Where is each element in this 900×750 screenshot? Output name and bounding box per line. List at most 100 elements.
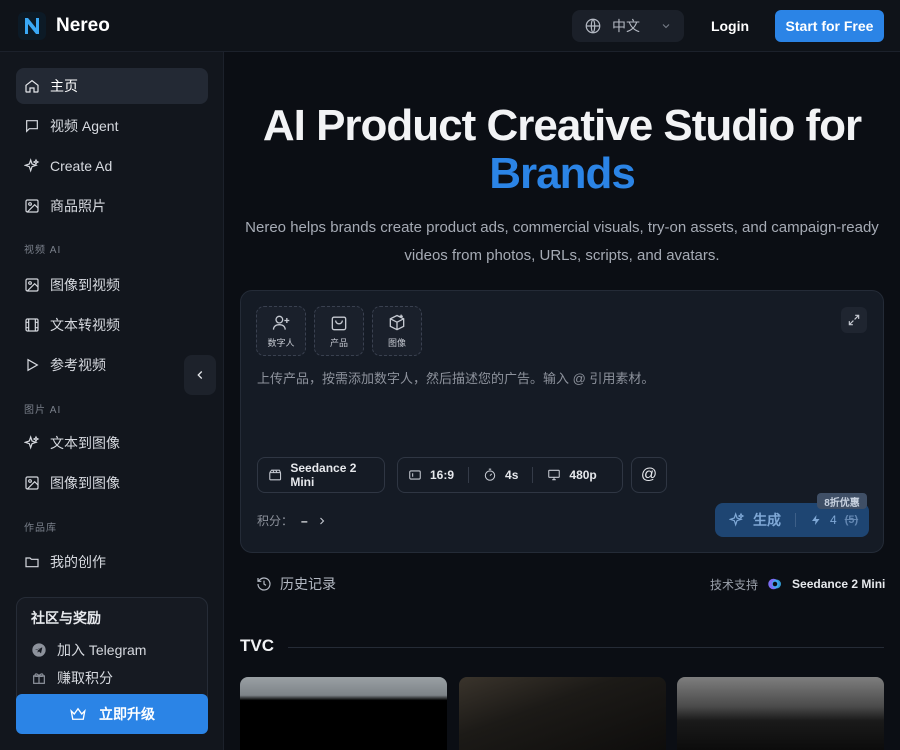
- chevron-left-icon: [197, 371, 203, 379]
- add-image-button[interactable]: 图像: [372, 306, 422, 356]
- credits-value: –: [301, 513, 308, 528]
- sidebar-item-label: 商品照片: [50, 198, 106, 214]
- sidebar-item-home[interactable]: 主页: [16, 68, 208, 104]
- sidebar-item-image-to-video[interactable]: 图像到视频: [16, 267, 208, 303]
- collapse-sidebar-button[interactable]: [184, 355, 216, 395]
- sparkle-icon: [24, 435, 40, 450]
- community-title: 社区与奖励: [31, 610, 101, 626]
- expand-button[interactable]: [841, 307, 867, 333]
- sidebar-item-image-to-image[interactable]: 图像到图像: [16, 465, 208, 501]
- join-telegram-link[interactable]: 加入 Telegram: [31, 636, 193, 664]
- tvc-thumbnail[interactable]: [240, 677, 447, 750]
- globe-icon: [585, 18, 601, 34]
- image-icon: [25, 476, 39, 490]
- sidebar-item-reference-video[interactable]: 参考视频: [16, 347, 176, 383]
- sidebar-item-label: Create Ad: [50, 158, 113, 174]
- sidebar-item-create-ad[interactable]: Create Ad: [16, 148, 208, 184]
- bag-icon: [331, 316, 347, 331]
- avatar-add-icon: [272, 315, 290, 330]
- logo-icon: [18, 12, 46, 40]
- history-icon: [257, 577, 271, 591]
- chevron-right-icon: [319, 517, 324, 524]
- sparkle-icon: [729, 512, 745, 527]
- credits-label: 积分：: [257, 514, 294, 528]
- community-item-label: 加入 Telegram: [57, 642, 147, 658]
- section-library: 作品库: [24, 523, 57, 534]
- powered-by-model: Seedance 2 Mini: [792, 577, 886, 591]
- chat-icon: [26, 120, 38, 133]
- powered-by: 技术支持 Seedance 2 Mini: [710, 575, 885, 593]
- powered-by-label: 技术支持: [710, 577, 759, 592]
- image-icon: [25, 278, 39, 292]
- video-settings[interactable]: 16:9 4s 480p: [397, 457, 623, 493]
- add-product-button[interactable]: 产品: [314, 306, 364, 356]
- ratio-label: 16:9: [430, 468, 455, 482]
- add-avatar-button[interactable]: 数字人: [256, 306, 306, 356]
- mention-button[interactable]: @: [631, 457, 667, 493]
- box-add-icon: [389, 314, 405, 331]
- expand-icon: [848, 314, 860, 326]
- sidebar-item-label: 图像到图像: [50, 475, 120, 491]
- earn-credits-link[interactable]: 赚取积分: [31, 664, 193, 692]
- section-video-ai: 视频 AI: [24, 245, 62, 256]
- brand-logo[interactable]: Nereo: [18, 12, 110, 40]
- aspect-ratio-icon: [409, 470, 421, 480]
- mention-icon: @: [640, 466, 658, 483]
- folder-icon: [25, 557, 39, 568]
- language-selector[interactable]: 中文: [572, 10, 684, 42]
- asset-label: 数字人: [267, 338, 295, 348]
- film-icon: [25, 318, 39, 332]
- chevron-down-icon: [662, 24, 670, 29]
- tvc-thumbnail[interactable]: [677, 677, 884, 750]
- sidebar-item-text-to-image[interactable]: 文本到图像: [16, 425, 208, 461]
- duration-label: 4s: [505, 468, 519, 482]
- sidebar-item-video-agent[interactable]: 视频 Agent: [16, 108, 208, 144]
- tvc-section-title: TVC: [240, 636, 274, 655]
- brand-name: Nereo: [56, 15, 110, 36]
- prompt-input[interactable]: 上传产品，按需添加数字人，然后描述您的广告。输入 @ 引用素材。: [257, 368, 654, 387]
- sparkle-icon: [24, 158, 40, 173]
- community-panel: 社区与奖励 加入 Telegram 赚取积分: [16, 597, 208, 707]
- generate-label: 生成: [753, 512, 781, 528]
- divider: [795, 513, 796, 527]
- image-icon: [25, 199, 39, 213]
- top-bar: Nereo 中文 Login Start for Free: [0, 0, 900, 52]
- sidebar-item-label: 我的创作: [50, 554, 106, 570]
- clapperboard-icon: [269, 469, 282, 481]
- language-label: 中文: [612, 18, 640, 34]
- upgrade-label: 立即升级: [99, 706, 155, 722]
- divider: [468, 467, 470, 483]
- sidebar-item-label: 视频 Agent: [50, 118, 119, 134]
- login-button[interactable]: Login: [700, 10, 760, 42]
- sidebar-item-label: 文本转视频: [50, 317, 120, 333]
- start-free-button[interactable]: Start for Free: [775, 10, 884, 42]
- asset-label: 图像: [387, 338, 406, 348]
- credits-row[interactable]: 积分： –: [257, 512, 328, 529]
- generate-cost: 4: [830, 513, 837, 527]
- generate-original-cost: (5): [844, 514, 859, 526]
- sidebar-item-my-creations[interactable]: 我的创作: [16, 544, 208, 580]
- sidebar-item-label: 图像到视频: [50, 277, 120, 293]
- seedance-logo-icon: [768, 578, 782, 590]
- section-image-ai: 图片 AI: [24, 405, 62, 416]
- play-icon: [27, 358, 39, 372]
- model-selector[interactable]: Seedance 2 Mini: [257, 457, 385, 493]
- sidebar-item-label: 主页: [50, 78, 78, 94]
- sidebar-item-label: 参考视频: [50, 357, 106, 373]
- discount-badge: 8折优惠: [817, 493, 867, 509]
- divider: [532, 467, 534, 483]
- hero-title: AI Product Creative Studio for: [262, 101, 862, 150]
- sidebar-item-label: 文本到图像: [50, 435, 120, 451]
- crown-icon: [70, 707, 86, 720]
- home-icon: [25, 79, 39, 93]
- model-label: Seedance 2 Mini: [290, 461, 357, 489]
- sidebar-item-text-to-video[interactable]: 文本转视频: [16, 307, 208, 343]
- tvc-thumbnail[interactable]: [459, 677, 666, 750]
- history-link[interactable]: 历史记录: [256, 574, 336, 594]
- community-item-label: 赚取积分: [57, 670, 113, 686]
- sidebar-item-product-photos[interactable]: 商品照片: [16, 188, 208, 224]
- history-label: 历史记录: [280, 576, 336, 592]
- lightning-icon: [812, 515, 820, 525]
- upgrade-button[interactable]: 立即升级: [16, 694, 208, 734]
- composer-panel: 数字人 产品 图像 上传产品，按需添加数字人，然后描述您的广告。输入 @ 引用素…: [240, 290, 884, 553]
